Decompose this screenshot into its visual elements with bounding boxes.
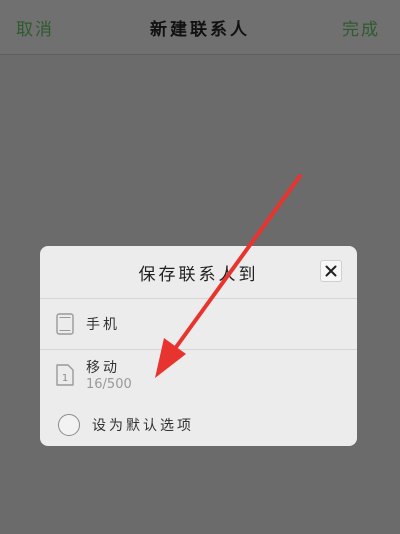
set-default-option[interactable]: 设为默认选项	[40, 404, 357, 446]
sim-option-label: 移动	[86, 360, 120, 376]
dialog-header: 保存联系人到	[40, 246, 357, 299]
phone-icon	[56, 313, 74, 335]
close-button[interactable]	[320, 260, 342, 282]
default-option-label: 设为默认选项	[92, 418, 194, 434]
phone-option-label: 手机	[86, 317, 120, 333]
dialog-title: 保存联系人到	[138, 265, 259, 285]
done-button[interactable]: 完成	[342, 15, 380, 40]
save-contact-dialog: 保存联系人到 手机 1 移动 16/500 设为默认选项	[40, 246, 357, 446]
sim-slot-number: 1	[62, 373, 68, 384]
sim-card-icon: 1	[56, 364, 74, 386]
page-title: 新建联系人	[150, 20, 250, 40]
sim-capacity-count: 16/500	[86, 377, 132, 392]
top-navbar: 取消 新建联系人 完成	[0, 0, 400, 55]
app-screen: 取消 新建联系人 完成 保存联系人到 手机 1 移动 16/500 设为默认选项	[0, 0, 400, 534]
save-to-sim-option[interactable]: 1 移动 16/500	[40, 350, 357, 404]
close-icon	[325, 265, 337, 277]
save-to-phone-option[interactable]: 手机	[40, 299, 357, 350]
default-radio-button[interactable]	[58, 414, 80, 436]
